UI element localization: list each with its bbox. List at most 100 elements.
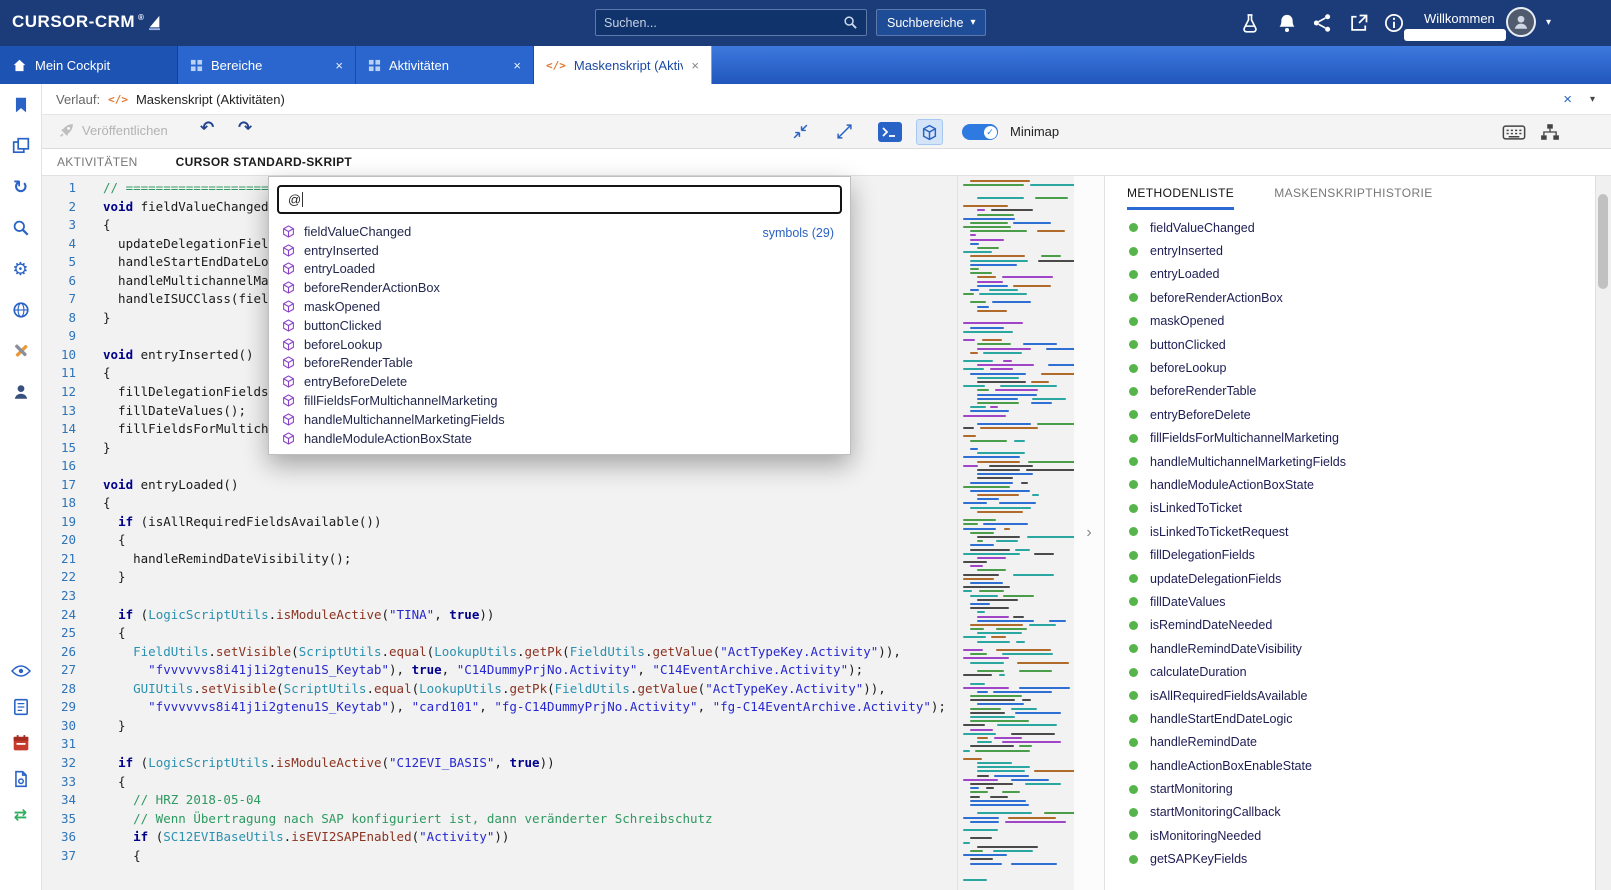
autocomplete-item[interactable]: entryBeforeDelete xyxy=(269,372,850,391)
method-item[interactable]: entryBeforeDelete xyxy=(1105,403,1595,426)
tab-aktivitaeten[interactable]: Aktivitäten × xyxy=(356,46,534,84)
autocomplete-item[interactable]: beforeRenderActionBox xyxy=(269,278,850,297)
tab-bereiche[interactable]: Bereiche × xyxy=(178,46,356,84)
code-line[interactable]: 22 } xyxy=(42,568,957,587)
method-item[interactable]: fieldValueChanged xyxy=(1105,216,1595,239)
code-line[interactable]: 25 { xyxy=(42,624,957,643)
code-line[interactable]: 20 { xyxy=(42,531,957,550)
notifications-bell-icon[interactable] xyxy=(1277,13,1297,33)
keyboard-icon[interactable] xyxy=(1502,124,1526,144)
method-item[interactable]: beforeRenderTable xyxy=(1105,380,1595,403)
code-line[interactable]: 16 xyxy=(42,457,957,476)
autocomplete-item[interactable]: entryLoaded xyxy=(269,260,850,279)
method-item[interactable]: buttonClicked xyxy=(1105,333,1595,356)
tab-maskenskript[interactable]: </> Maskenskript (Aktivit... × xyxy=(534,46,712,84)
windows-icon[interactable] xyxy=(8,133,34,159)
globe-icon[interactable] xyxy=(8,297,34,323)
close-icon[interactable]: × xyxy=(513,58,521,73)
tab-mein-cockpit[interactable]: Mein Cockpit xyxy=(0,46,178,84)
method-item[interactable]: handleModuleActionBoxState xyxy=(1105,473,1595,496)
minimap-toggle[interactable]: ✓ xyxy=(962,124,998,140)
code-line[interactable]: 24 if (LogicScriptUtils.isModuleActive("… xyxy=(42,606,957,625)
eye-icon[interactable] xyxy=(8,658,34,684)
info-icon[interactable] xyxy=(1384,13,1404,33)
code-line[interactable]: 36 if (SC12EVIBaseUtils.isEVI2SAPEnabled… xyxy=(42,828,957,847)
method-item[interactable]: handleMultichannelMarketingFields xyxy=(1105,450,1595,473)
autocomplete-item[interactable]: fillFieldsForMultichannelMarketing xyxy=(269,391,850,410)
code-line[interactable]: 31 xyxy=(42,735,957,754)
method-item[interactable]: entryInserted xyxy=(1105,239,1595,262)
code-line[interactable]: 33 { xyxy=(42,773,957,792)
code-line[interactable]: 34 // HRZ 2018-05-04 xyxy=(42,791,957,810)
code-line[interactable]: 32 if (LogicScriptUtils.isModuleActive("… xyxy=(42,754,957,773)
console-icon[interactable] xyxy=(878,122,902,145)
code-line[interactable]: 18{ xyxy=(42,494,957,513)
method-item[interactable]: handleActionBoxEnableState xyxy=(1105,754,1595,777)
tab-cursor-standard-skript[interactable]: CURSOR STANDARD-SKRIPT xyxy=(176,155,352,169)
autocomplete-item[interactable]: entryInserted xyxy=(269,241,850,260)
code-line[interactable]: 28 GUIUtils.setVisible(ScriptUtils.equal… xyxy=(42,680,957,699)
method-item[interactable]: fillDelegationFields xyxy=(1105,543,1595,566)
method-item[interactable]: entryLoaded xyxy=(1105,263,1595,286)
tab-maskenskripthistorie[interactable]: MASKENSKRIPTHISTORIE xyxy=(1274,186,1432,210)
autocomplete-item[interactable]: handleModuleActionBoxState xyxy=(269,429,850,448)
publish-button[interactable]: Veröffentlichen xyxy=(58,122,168,139)
code-line[interactable]: 17void entryLoaded() xyxy=(42,476,957,495)
autocomplete-item[interactable]: handleMultichannelMarketingFields xyxy=(269,410,850,429)
code-line[interactable]: 26 FieldUtils.setVisible(ScriptUtils.equ… xyxy=(42,643,957,662)
calendar-icon[interactable] xyxy=(8,730,34,756)
search-scope-button[interactable]: Suchbereiche ▾ xyxy=(876,9,986,36)
tab-methodenliste[interactable]: METHODENLISTE xyxy=(1127,186,1234,210)
method-item[interactable]: isLinkedToTicket xyxy=(1105,497,1595,520)
chevron-down-icon[interactable]: ▾ xyxy=(1590,94,1595,105)
close-icon[interactable]: × xyxy=(691,58,699,73)
code-line[interactable]: 29 "fvvvvvvs8i41j1i2gtenu1S_Keytab"), "c… xyxy=(42,698,957,717)
code-line[interactable]: 35 // Wenn Übertragung nach SAP konfigur… xyxy=(42,810,957,829)
autocomplete-item[interactable]: beforeRenderTable xyxy=(269,354,850,373)
history-icon[interactable]: ↻ xyxy=(8,174,34,200)
tab-aktivitaeten-skript[interactable]: AKTIVITÄTEN xyxy=(57,155,138,169)
autocomplete-input[interactable]: @ xyxy=(277,185,842,214)
method-item[interactable]: handleRemindDateVisibility xyxy=(1105,637,1595,660)
method-item[interactable]: fillFieldsForMultichannelMarketing xyxy=(1105,427,1595,450)
user-avatar[interactable] xyxy=(1506,7,1536,37)
swap-icon[interactable]: ⇄ xyxy=(8,802,34,828)
tools-icon[interactable] xyxy=(8,338,34,364)
minimap[interactable] xyxy=(957,176,1074,890)
lab-flask-icon[interactable] xyxy=(1240,13,1260,33)
sidebar-search-icon[interactable] xyxy=(8,215,34,241)
code-line[interactable]: 21 handleRemindDateVisibility(); xyxy=(42,550,957,569)
method-item[interactable]: handleStartEndDateLogic xyxy=(1105,707,1595,730)
undo-icon[interactable]: ↶ xyxy=(200,118,214,138)
autocomplete-item[interactable]: beforeLookup xyxy=(269,335,850,354)
vertical-scrollbar[interactable] xyxy=(1595,176,1611,890)
code-line[interactable]: 30 } xyxy=(42,717,957,736)
method-item[interactable]: handleRemindDate xyxy=(1105,731,1595,754)
notes-icon[interactable] xyxy=(8,694,34,720)
panel-expand-chevron-icon[interactable]: › xyxy=(1074,176,1104,890)
method-item[interactable]: calculateDuration xyxy=(1105,660,1595,683)
code-line[interactable]: 27 "fvvvvvvs8i41j1i2gtenu1S_Keytab"), tr… xyxy=(42,661,957,680)
autocomplete-item[interactable]: buttonClicked xyxy=(269,316,850,335)
share-icon[interactable] xyxy=(1312,13,1332,33)
autocomplete-item[interactable]: maskOpened xyxy=(269,297,850,316)
close-icon[interactable]: × xyxy=(335,58,343,73)
code-line[interactable]: 23 xyxy=(42,587,957,606)
cube-t在ool-active[interactable] xyxy=(916,119,943,145)
close-icon[interactable]: × xyxy=(1563,91,1572,108)
expand-editor-icon[interactable] xyxy=(836,123,853,143)
method-item[interactable]: startMonitoringCallback xyxy=(1105,801,1595,824)
open-external-icon[interactable] xyxy=(1349,13,1369,33)
method-item[interactable]: beforeLookup xyxy=(1105,356,1595,379)
gear-icon[interactable]: ⚙ xyxy=(8,256,34,282)
method-item[interactable]: isRemindDateNeeded xyxy=(1105,614,1595,637)
method-item[interactable]: isLinkedToTicketRequest xyxy=(1105,520,1595,543)
document-settings-icon[interactable] xyxy=(8,766,34,792)
global-search-input[interactable]: Suchen... xyxy=(595,9,867,36)
scrollbar-thumb[interactable] xyxy=(1598,194,1608,289)
collapse-editor-icon[interactable] xyxy=(792,123,809,143)
method-item[interactable]: maskOpened xyxy=(1105,310,1595,333)
code-line[interactable]: 19 if (isAllRequiredFieldsAvailable()) xyxy=(42,513,957,532)
method-item[interactable]: isMonitoringNeeded xyxy=(1105,824,1595,847)
method-item[interactable]: getSAPKeyFields xyxy=(1105,848,1595,871)
